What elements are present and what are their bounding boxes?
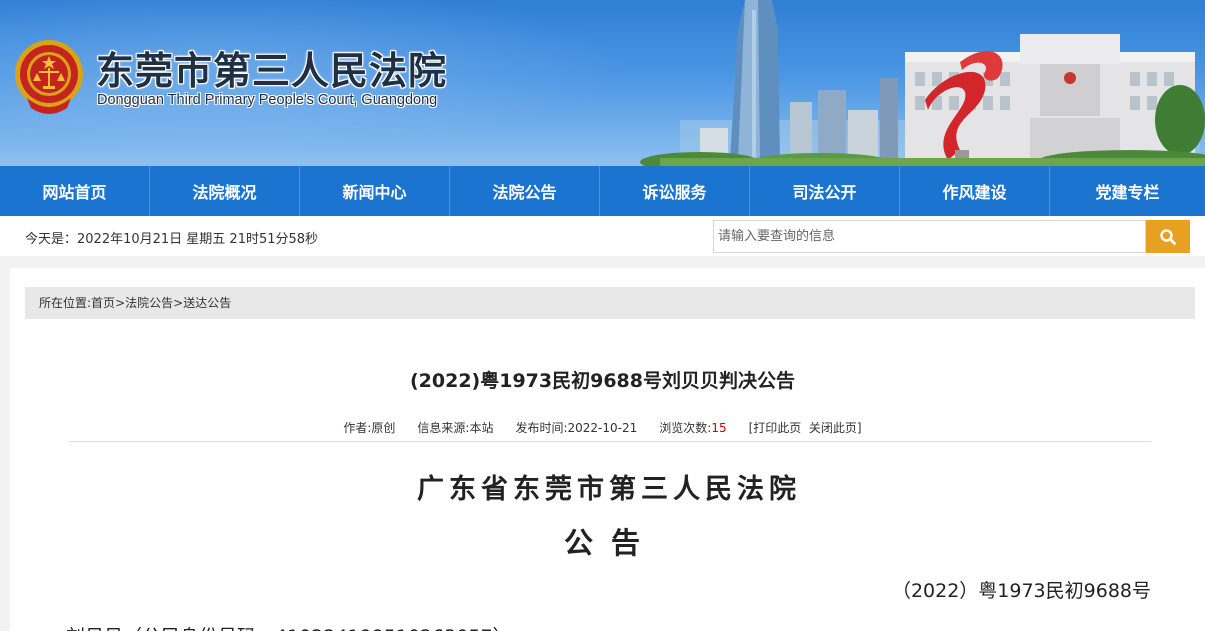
site-subtitle: Dongguan Third Primary People's Court, G… <box>97 92 438 108</box>
nav-item-judicial-openness[interactable]: 司法公开 <box>750 166 900 216</box>
breadcrumb-home[interactable]: 首页 <box>91 296 115 310</box>
nav-item-work-style[interactable]: 作风建设 <box>900 166 1050 216</box>
meta-views-count: 15 <box>711 421 727 435</box>
article-meta: 作者:原创 信息来源:本站 发布时间:2022-10-21 浏览次数:15 [打印此页 … <box>0 419 1205 436</box>
main-nav: 网站首页 法院概况 新闻中心 法院公告 诉讼服务 司法公开 作风建设 党建专栏 <box>0 166 1205 216</box>
search-icon <box>1160 228 1176 245</box>
document-court-name: 广东省东莞市第三人民法院 <box>417 474 801 505</box>
document-case-number: （2022）粤1973民初9688号 <box>891 580 1151 602</box>
breadcrumb-prefix: 所在位置: <box>39 296 92 310</box>
breadcrumb-separator: > <box>115 296 126 310</box>
print-page-link[interactable]: [打印此页 <box>749 421 802 435</box>
nav-item-court-overview[interactable]: 法院概况 <box>150 166 300 216</box>
meta-source: 信息来源:本站 <box>417 421 494 435</box>
document-party-line: 刘贝贝（公民身份号码：410224199510263057） <box>66 622 512 631</box>
search-input[interactable] <box>713 220 1146 253</box>
title-divider <box>69 441 1151 442</box>
breadcrumb: 所在位置:首页>法院公告>送达公告 <box>25 287 1195 319</box>
current-date: 今天是：2022年10月21日 星期五 21时51分58秒 <box>25 232 319 247</box>
search-button[interactable] <box>1146 220 1190 253</box>
article-title: (2022)粤1973民初9688号刘贝贝判决公告 <box>409 370 795 392</box>
nav-item-news-center[interactable]: 新闻中心 <box>300 166 450 216</box>
document-type: 公告 <box>563 526 658 560</box>
close-page-link[interactable]: 关闭此页] <box>809 421 862 435</box>
breadcrumb-separator: > <box>173 296 184 310</box>
nav-item-party-building[interactable]: 党建专栏 <box>1050 166 1205 216</box>
breadcrumb-court-notices[interactable]: 法院公告 <box>125 296 173 310</box>
header-banner: 东莞市第三人民法院 Dongguan Third Primary People'… <box>0 0 1205 166</box>
nav-item-litigation-services[interactable]: 诉讼服务 <box>600 166 750 216</box>
meta-author: 作者:原创 <box>343 421 396 435</box>
meta-views-label: 浏览次数: <box>659 421 712 435</box>
nav-item-home[interactable]: 网站首页 <box>0 166 150 216</box>
nav-item-court-notices[interactable]: 法院公告 <box>450 166 600 216</box>
court-emblem-logo <box>15 40 83 114</box>
site-title: 东莞市第三人民法院 <box>96 48 448 93</box>
meta-published: 发布时间:2022-10-21 <box>515 421 638 435</box>
breadcrumb-service-notices[interactable]: 送达公告 <box>183 296 231 310</box>
